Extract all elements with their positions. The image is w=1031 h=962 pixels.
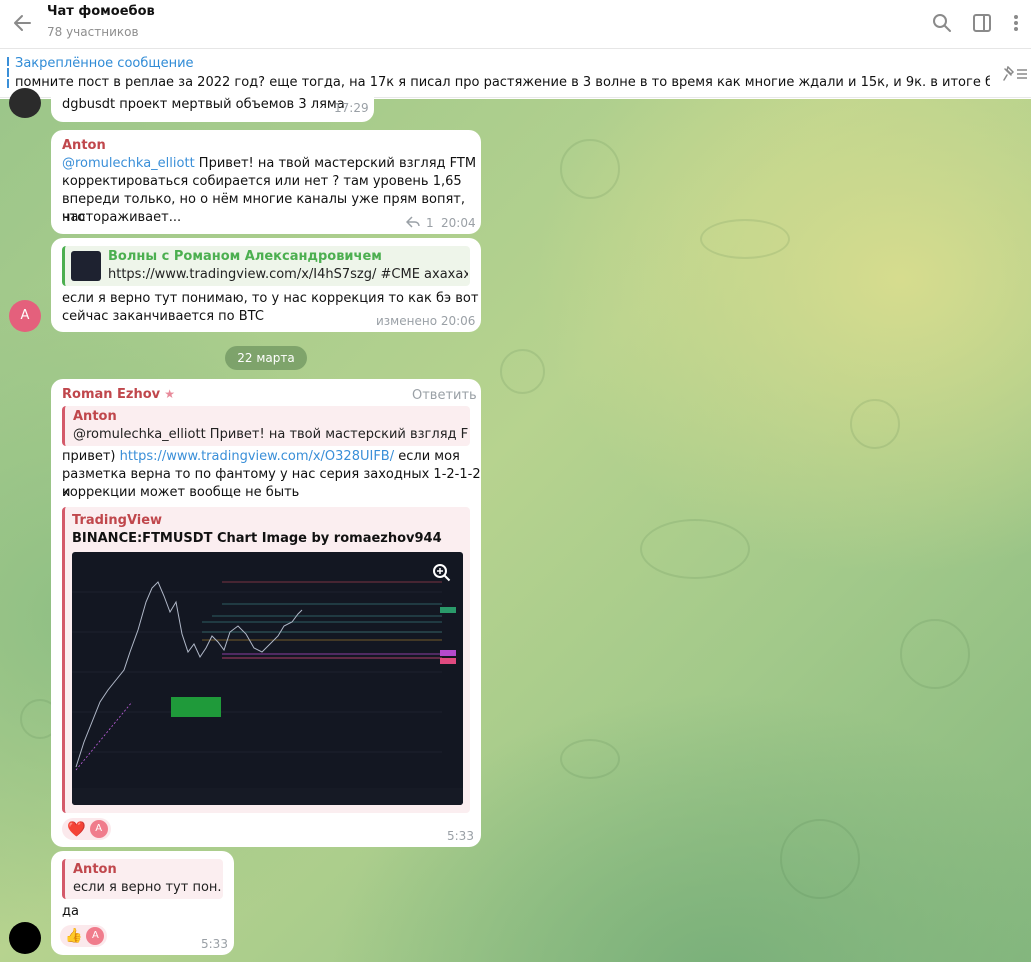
thumbs-up-icon: 👍: [65, 928, 83, 944]
background-doodle: [640, 519, 750, 579]
message-bubble[interactable]: Roman Ezhov ★ Ответить Anton @romulechka…: [51, 379, 481, 847]
message-bubble[interactable]: Волны с Романом Александровичем https://…: [51, 238, 481, 332]
preview-thumbnail: [71, 251, 101, 281]
pinned-list-icon[interactable]: [1002, 65, 1028, 82]
sender-row: Roman Ezhov ★: [62, 387, 175, 402]
quote-sender: Anton: [73, 862, 117, 877]
members-count: 78 участников: [47, 25, 139, 39]
pinned-text: помните пост в реплае за 2022 год? еще т…: [15, 75, 990, 90]
message-text: да: [62, 904, 79, 919]
pinned-title: Закреплённое сообщение: [15, 56, 194, 71]
background-doodle: [900, 619, 970, 689]
edited-time: изменено 20:06: [376, 314, 476, 328]
pinned-indicator: [7, 57, 9, 89]
quoted-message[interactable]: Anton @romulechka_elliott Привет! на тво…: [62, 406, 470, 446]
background-doodle: [560, 739, 620, 779]
background-doodle: [500, 349, 545, 394]
preview-title: Волны с Романом Александровичем: [108, 249, 382, 264]
chart-image[interactable]: [72, 552, 463, 805]
avatar[interactable]: A: [9, 300, 41, 332]
message-bubble[interactable]: Anton @romulechka_elliott Привет! на тво…: [51, 130, 481, 234]
more-options-icon[interactable]: [1006, 11, 1026, 35]
message-time: 5:33: [447, 829, 474, 843]
quote-text: @romulechka_elliott Привет! на твой маст…: [73, 427, 468, 442]
reactor-avatar: A: [89, 820, 108, 838]
chat-header: Чат фомоебов 78 участников: [0, 0, 1031, 49]
avatar[interactable]: [9, 88, 41, 118]
star-icon: ★: [164, 387, 176, 401]
link-preview[interactable]: Волны с Романом Александровичем https://…: [62, 246, 470, 286]
message-text: привет): [62, 449, 120, 464]
link-card[interactable]: TradingView BINANCE:FTMUSDT Chart Image …: [62, 507, 470, 813]
message-time: 17:29: [334, 101, 369, 115]
quote-text: если я верно тут пон...: [73, 880, 221, 895]
avatar[interactable]: [9, 922, 41, 954]
mention-link[interactable]: @romulechka_elliott: [62, 156, 195, 171]
url-link[interactable]: https://www.tradingview.com/x/O328UIFB/: [120, 449, 394, 464]
reply-button[interactable]: Ответить: [412, 388, 477, 403]
back-arrow-icon[interactable]: [10, 10, 36, 36]
reply-arrow-icon[interactable]: [405, 216, 420, 232]
sidebar-toggle-icon[interactable]: [970, 11, 994, 35]
message-bubble[interactable]: dgbusdt проект мертвый объемов 3 ляма 17…: [51, 90, 374, 122]
preview-text: https://www.tradingview.com/x/I4hS7szg/ …: [108, 267, 468, 282]
sender-name[interactable]: Roman Ezhov: [62, 387, 160, 402]
message-line: настораживает...: [62, 210, 182, 225]
heart-icon: ❤️: [67, 820, 86, 838]
message-line: Привет! на твой мастерский взгляд FTM: [194, 156, 477, 171]
message-line: если я верно тут понимаю, то у нас корре…: [62, 291, 479, 306]
replies-count[interactable]: 1: [426, 216, 434, 230]
search-icon[interactable]: [930, 11, 954, 35]
quote-sender: Anton: [73, 409, 117, 424]
date-separator: 22 марта: [225, 346, 307, 370]
message-text: @romulechka_elliott Привет! на твой маст…: [62, 155, 476, 173]
chat-title[interactable]: Чат фомоебов: [47, 4, 155, 19]
message-line: привет) https://www.tradingview.com/x/O3…: [62, 448, 460, 466]
message-bubble[interactable]: Anton если я верно тут пон... да 👍 A 5:3…: [51, 851, 234, 955]
sender-name[interactable]: Anton: [62, 138, 106, 153]
message-line: коррекции может вообще не быть: [62, 485, 300, 500]
reaction-thumbs-up[interactable]: 👍 A: [60, 925, 108, 947]
chart-thumbnail-svg: [72, 581, 463, 805]
reaction-heart[interactable]: ❤️ A: [62, 818, 111, 840]
message-time: 5:33: [201, 937, 228, 951]
zoom-icon[interactable]: [431, 562, 453, 584]
background-doodle: [850, 399, 900, 449]
background-doodle: [780, 819, 860, 899]
message-text: если моя: [394, 449, 460, 464]
message-line: корректироваться собирается или нет ? та…: [62, 174, 462, 189]
card-site: TradingView: [72, 513, 163, 528]
message-time: 20:04: [441, 216, 476, 230]
quoted-message[interactable]: Anton если я верно тут пон...: [62, 859, 223, 899]
background-doodle: [560, 139, 620, 199]
card-title: BINANCE:FTMUSDT Chart Image by romaezhov…: [72, 531, 442, 546]
background-doodle: [700, 219, 790, 259]
reactor-avatar: A: [86, 927, 105, 945]
message-text: dgbusdt проект мертвый объемов 3 ляма: [62, 97, 345, 112]
message-line: сейчас заканчивается по BTC: [62, 309, 264, 324]
